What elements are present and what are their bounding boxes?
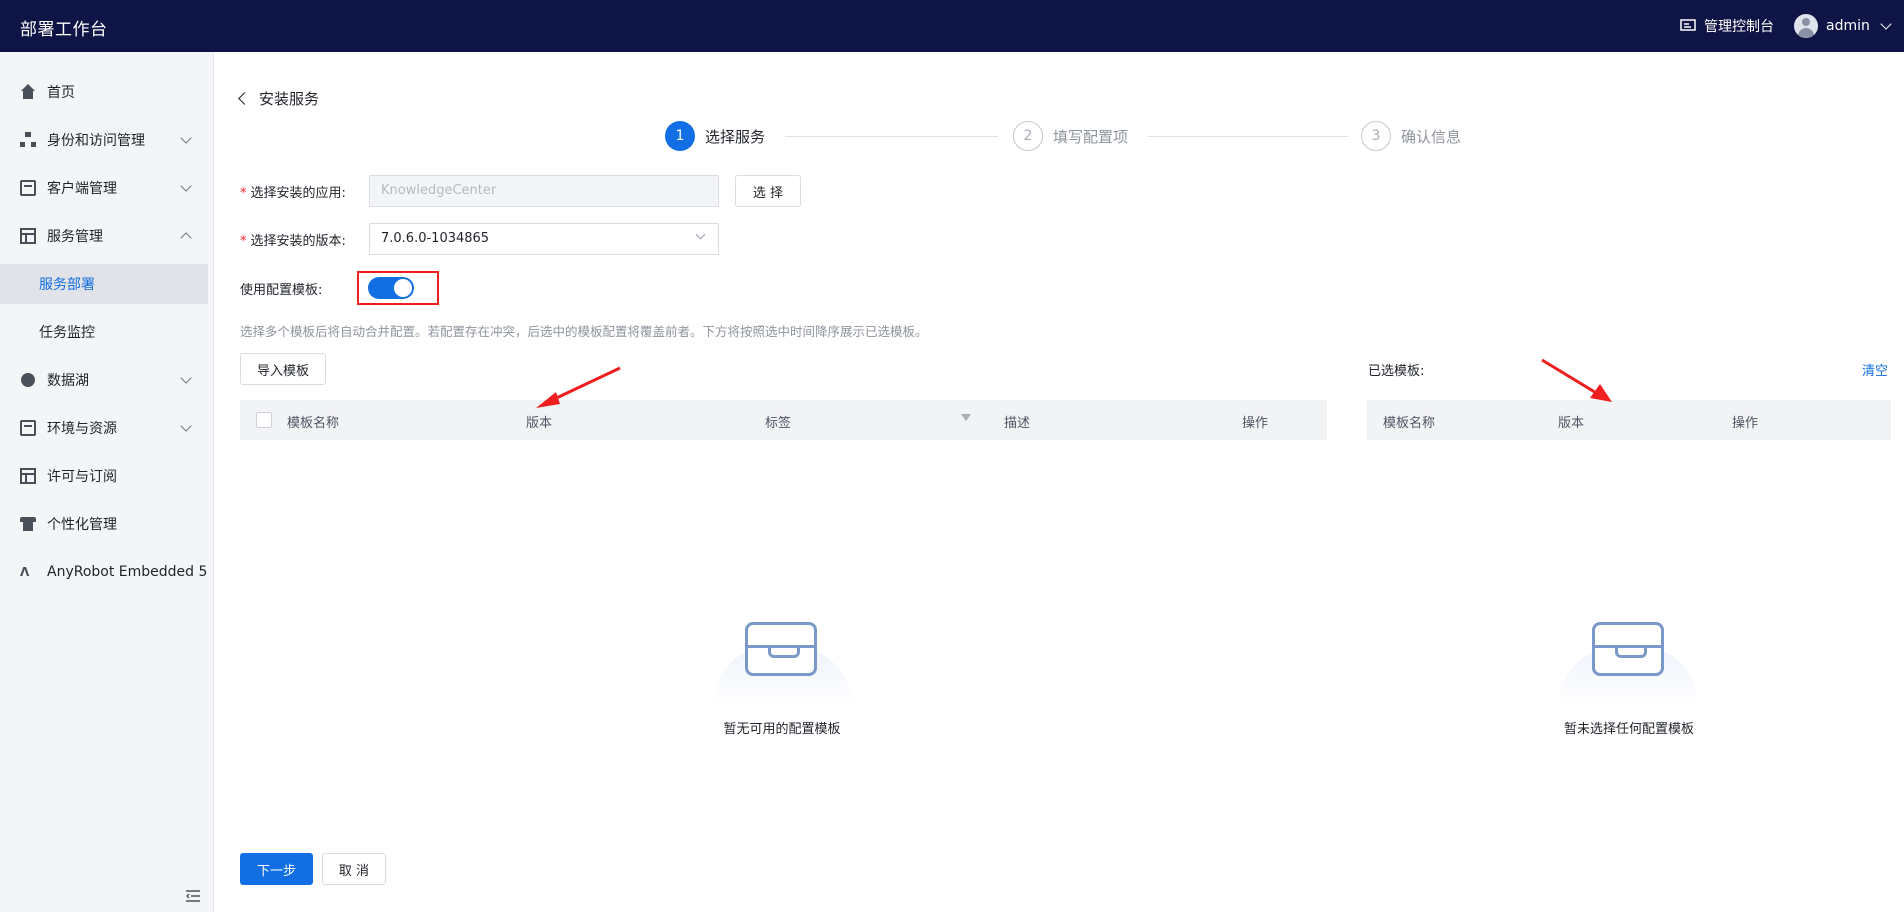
sidebar-item-license[interactable]: 许可与订阅 [0,456,214,496]
step-2: 2 填写配置项 [1013,121,1128,151]
anyrobot-icon: ᐱ [20,565,30,579]
chevron-down-icon [180,420,192,432]
chevron-down-icon [1880,18,1892,30]
next-button[interactable]: 下一步 [240,853,313,885]
selected-empty-text: 暂未选择任何配置模板 [1563,722,1694,737]
user-menu[interactable]: admin [1794,14,1892,38]
step-3: 3 确认信息 [1361,121,1461,151]
code-window-icon [20,180,36,196]
col-description: 描述 [1004,416,1031,431]
col-template-name: 模板名称 [287,416,340,431]
selected-empty-state: 暂未选择任何配置模板 [1554,616,1704,737]
cancel-button[interactable]: 取 消 [322,853,386,885]
console-link[interactable]: 管理控制台 [1680,16,1774,36]
sidebar-item-service-deploy[interactable]: 服务部署 [0,264,208,304]
step-label: 选择服务 [705,127,766,146]
step-connector [1148,136,1348,137]
col-version: 版本 [526,416,553,431]
app-input: KnowledgeCenter [369,175,719,207]
step-number: 3 [1361,121,1391,151]
sidebar-item-home[interactable]: 首页 [0,72,214,112]
sidebar-item-label: 个性化管理 [47,517,117,533]
user-name: admin [1826,18,1870,34]
chevron-up-icon [180,232,192,244]
console-label: 管理控制台 [1704,19,1774,35]
sidebar-item-client[interactable]: 客户端管理 [0,168,214,208]
top-bar: 部署工作台 管理控制台 admin [0,0,1904,52]
col-template-name: 模板名称 [1383,416,1436,431]
step-1: 1 选择服务 [665,121,765,151]
template-hint: 选择多个模板后将自动合并配置。若配置存在冲突，后选中的模板配置将覆盖前者。下方将… [240,324,928,339]
app-field-label: * 选择安装的应用: [240,186,346,201]
step-connector [785,136,998,137]
sidebar-item-label: 首页 [47,85,75,101]
col-actions: 操作 [1732,416,1759,431]
template-toggle-label: 使用配置模板: [240,283,323,298]
empty-inbox-icon [1554,616,1704,706]
sidebar-item-personalization[interactable]: 个性化管理 [0,504,214,544]
console-icon [1680,19,1696,31]
sidebar-item-label: 客户端管理 [47,181,117,197]
filter-icon[interactable] [961,414,971,421]
template-toggle[interactable] [368,277,414,299]
select-all-checkbox[interactable] [256,412,272,428]
home-icon [20,84,36,100]
sidebar-item-label: 服务部署 [39,277,95,293]
col-actions: 操作 [1242,416,1269,431]
page-title: 安装服务 [259,90,320,108]
avatar [1794,14,1818,38]
selected-panel-title: 已选模板: [1368,364,1425,379]
empty-inbox-icon [707,616,857,706]
available-empty-text: 暂无可用的配置模板 [723,722,841,737]
back-button[interactable]: 安装服务 [238,88,320,109]
step-label: 填写配置项 [1053,127,1129,146]
toggle-knob [394,279,412,297]
chevron-down-icon [180,180,192,192]
sidebar-item-label: 身份和访问管理 [47,133,145,149]
sidebar-item-label: AnyRobot Embedded 5 [47,564,208,580]
step-number: 2 [1013,121,1043,151]
col-version: 版本 [1558,416,1585,431]
import-template-button[interactable]: 导入模板 [240,353,326,385]
sidebar-item-anyrobot[interactable]: ᐱ AnyRobot Embedded 5 [0,552,214,592]
sidebar-item-label: 许可与订阅 [47,469,117,485]
sidebar-item-task-monitor[interactable]: 任务监控 [0,312,214,352]
annotation-arrow-icon [1541,358,1612,402]
chevron-down-icon [180,132,192,144]
sidebar: 首页 身份和访问管理 客户端管理 服务管理 服务部署 任务监控 数据湖 环境与资… [0,52,214,912]
chevron-down-icon [180,372,192,384]
available-empty-state: 暂无可用的配置模板 [707,616,857,737]
shirt-icon [20,516,36,532]
sidebar-item-label: 环境与资源 [47,421,117,437]
clear-link[interactable]: 清空 [1862,360,1888,379]
step-number: 1 [665,121,695,151]
step-label: 确认信息 [1401,127,1462,146]
col-tags: 标签 [765,416,792,431]
annotation-arrow-icon [536,366,621,408]
table-icon [20,228,36,244]
available-table-header: 模板名称 版本 标签 描述 操作 [240,400,1327,440]
sidebar-item-environment[interactable]: 环境与资源 [0,408,214,448]
version-select[interactable]: 7.0.6.0-1034865 [369,223,719,255]
sidebar-item-datalake[interactable]: 数据湖 [0,360,214,400]
collapse-sidebar-icon[interactable] [186,890,200,902]
datalake-icon [20,372,36,388]
sidebar-item-label: 任务监控 [39,325,95,341]
select-app-button[interactable]: 选 择 [735,175,801,207]
code-window-icon [20,420,36,436]
org-icon [20,132,36,148]
selected-table-header: 模板名称 版本 操作 [1367,400,1891,440]
sidebar-item-identity[interactable]: 身份和访问管理 [0,120,214,160]
license-icon [20,468,36,484]
version-select-value: 7.0.6.0-1034865 [381,231,490,246]
chevron-left-icon [238,92,251,105]
version-field-label: * 选择安装的版本: [240,234,346,249]
chevron-down-icon [695,229,706,240]
sidebar-item-label: 数据湖 [47,373,89,389]
sidebar-item-service[interactable]: 服务管理 [0,216,214,256]
sidebar-item-label: 服务管理 [47,229,103,245]
app-title: 部署工作台 [20,20,108,40]
